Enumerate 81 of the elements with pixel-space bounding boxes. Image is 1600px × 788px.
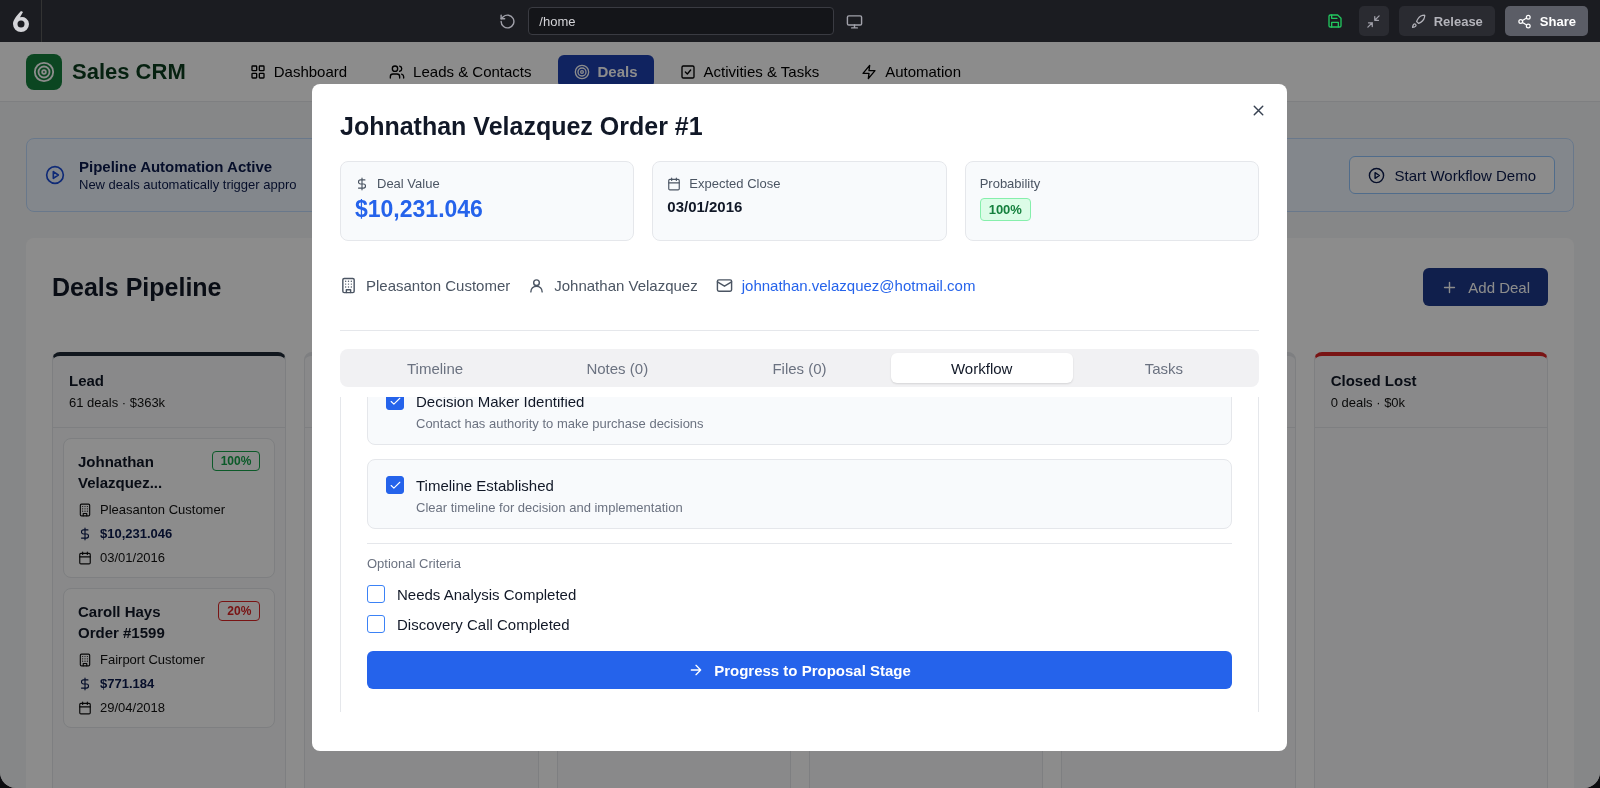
deal-title: Caroll Hays Order #1599 [78, 602, 166, 643]
target-icon [33, 60, 55, 83]
column-summary: 61 deals · $363k [69, 395, 167, 410]
building-icon [78, 652, 92, 667]
dollar-icon [78, 676, 92, 691]
criteria-description: Contact has authority to make purchase decisions [416, 416, 705, 431]
dollar-icon [78, 526, 92, 541]
grid-icon [249, 63, 266, 80]
share-icon [1516, 13, 1532, 29]
criteria-title: Timeline Established [416, 476, 555, 494]
deal-card[interactable]: Johnathan Velazquez... 100% Pleasanton Customer $10,231.046 03/01/2016 [63, 438, 276, 578]
stat-value: $10,231.046 [355, 196, 484, 223]
stat-label: Deal Value [377, 176, 440, 191]
calendar-icon [667, 176, 682, 191]
probability-badge: 100% [979, 198, 1031, 221]
start-demo-button[interactable]: Start Workflow Demo [1348, 156, 1555, 194]
url-field[interactable]: /home [528, 7, 835, 35]
company-name: Pleasanton Customer [100, 502, 225, 517]
building-icon [78, 502, 92, 517]
progress-button[interactable]: Progress to Proposal Stage [367, 651, 1232, 689]
checkmark-icon [388, 397, 402, 408]
lightning-icon [861, 63, 878, 80]
close-date: 29/04/2018 [100, 700, 166, 715]
building-icon [340, 277, 357, 294]
company-name: Pleasanton Customer [366, 277, 511, 294]
app-title: Sales CRM [72, 58, 186, 85]
collapse-icon [1366, 13, 1382, 29]
nav-item[interactable]: Automation [845, 55, 978, 88]
release-button[interactable]: Release [1398, 6, 1495, 36]
calendar-icon [78, 550, 92, 565]
checkbox[interactable] [386, 476, 404, 494]
criteria-description: Clear timeline for decision and implementation [416, 500, 684, 515]
email-link[interactable]: johnathan.velazquez@hotmail.com [741, 277, 976, 294]
probability-badge: 100% [211, 451, 261, 471]
add-deal-button[interactable]: Add Deal [1423, 268, 1548, 306]
target-icon [573, 63, 590, 80]
contact-name: Johnathan Velazquez [554, 277, 698, 294]
column-title: Closed Lost [1330, 372, 1418, 389]
stat-label: Expected Close [689, 176, 781, 191]
deal-value: $10,231.046 [100, 526, 173, 541]
share-button[interactable]: Share [1504, 6, 1588, 36]
person-icon [528, 277, 546, 294]
people-icon [389, 63, 406, 80]
close-date: 03/01/2016 [100, 550, 166, 565]
company-name: Fairport Customer [100, 652, 205, 667]
checkbox[interactable] [367, 585, 385, 603]
page-title: Deals Pipeline [52, 272, 222, 302]
nav-item[interactable]: Activities & Tasks [663, 55, 836, 88]
play-icon [1367, 166, 1385, 184]
calendar-icon [78, 700, 92, 715]
refresh-icon [499, 12, 517, 30]
banner-title: Pipeline Automation Active [79, 158, 273, 175]
checkbox[interactable] [367, 615, 385, 633]
deal-title: Johnathan Velazquez... [78, 452, 164, 493]
section-label: Optional Criteria [367, 556, 462, 571]
nav-item[interactable]: Leads & Contacts [373, 55, 548, 88]
collapse-button[interactable] [1358, 6, 1389, 36]
checkbox[interactable] [386, 397, 404, 410]
checkbox-icon [679, 63, 696, 80]
dollar-icon [355, 176, 369, 191]
deal-value: $771.184 [100, 676, 155, 691]
probability-badge: 20% [218, 601, 261, 621]
column-title: Lead [69, 372, 105, 389]
stat-value: 03/01/2016 [667, 198, 744, 215]
mail-icon [715, 277, 733, 294]
tab[interactable]: Notes (0) [526, 353, 709, 383]
deal-card[interactable]: Caroll Hays Order #1599 20% Fairport Customer $771.184 29/04/2018 [63, 588, 276, 728]
tab[interactable]: Workflow [890, 353, 1073, 383]
nav-item[interactable]: Dashboard [233, 55, 364, 88]
stat-label: Probability [979, 176, 1041, 191]
tab[interactable]: Files (0) [708, 353, 891, 383]
criteria-label: Needs Analysis Completed [397, 585, 577, 603]
save-icon [1326, 13, 1343, 29]
banner-text: New deals automatically trigger appro [79, 177, 297, 192]
column-summary: 0 deals · $0k [1330, 395, 1407, 410]
tab[interactable]: Timeline [344, 353, 527, 383]
dialog-title: Johnathan Velazquez Order #1 [340, 112, 704, 141]
criteria-label: Discovery Call Completed [397, 615, 570, 633]
monitor-icon [846, 12, 864, 30]
play-icon [45, 165, 65, 185]
tab[interactable]: Tasks [1072, 353, 1255, 383]
